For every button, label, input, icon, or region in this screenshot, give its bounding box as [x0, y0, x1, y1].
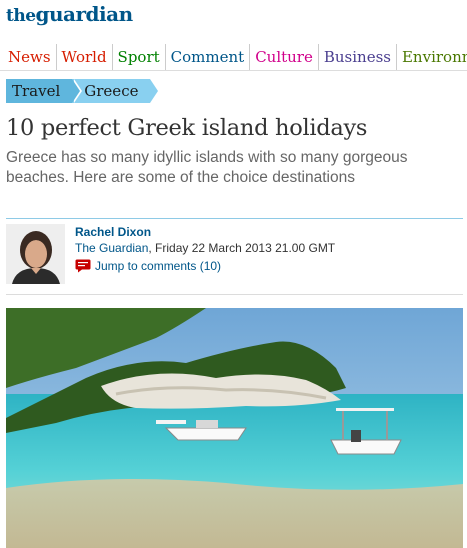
byline-text: Rachel Dixon The Guardian, Friday 22 Mar… — [75, 224, 335, 274]
nav-environment[interactable]: Environmen — [395, 44, 467, 70]
nav-sport[interactable]: Sport — [111, 44, 165, 70]
author-link[interactable]: Rachel Dixon — [75, 225, 151, 239]
guardian-logo[interactable]: the guardian — [6, 2, 133, 28]
nav-culture[interactable]: Culture — [249, 44, 318, 70]
article-standfirst: Greece has so many idyllic islands with … — [6, 149, 408, 186]
logo-the: the — [6, 6, 36, 26]
article-headline: 10 perfect Greek island holidays — [6, 115, 368, 141]
nav-comment[interactable]: Comment — [164, 44, 250, 70]
dateline: , Friday 22 March 2013 21.00 GMT — [148, 241, 336, 255]
source-link[interactable]: The Guardian — [75, 241, 148, 255]
nav-world[interactable]: World — [55, 44, 112, 70]
jump-to-comments-link[interactable]: Jump to comments (10) — [95, 258, 221, 274]
nav-news[interactable]: News — [0, 44, 56, 70]
breadcrumb-greece[interactable]: Greece — [72, 79, 159, 103]
author-portrait[interactable] — [6, 224, 65, 284]
byline-divider — [6, 218, 463, 219]
section-nav: News World Sport Comment Culture Busines… — [0, 44, 467, 71]
breadcrumb-travel[interactable]: Travel — [6, 79, 83, 103]
byline-bottom-divider — [6, 294, 463, 295]
nav-business[interactable]: Business — [317, 44, 396, 70]
speech-bubble-icon — [75, 259, 91, 273]
article-main-image — [6, 308, 463, 548]
breadcrumb: Travel Greece — [6, 79, 159, 103]
logo-guardian: guardian — [35, 2, 134, 26]
byline: Rachel Dixon The Guardian, Friday 22 Mar… — [6, 222, 463, 288]
